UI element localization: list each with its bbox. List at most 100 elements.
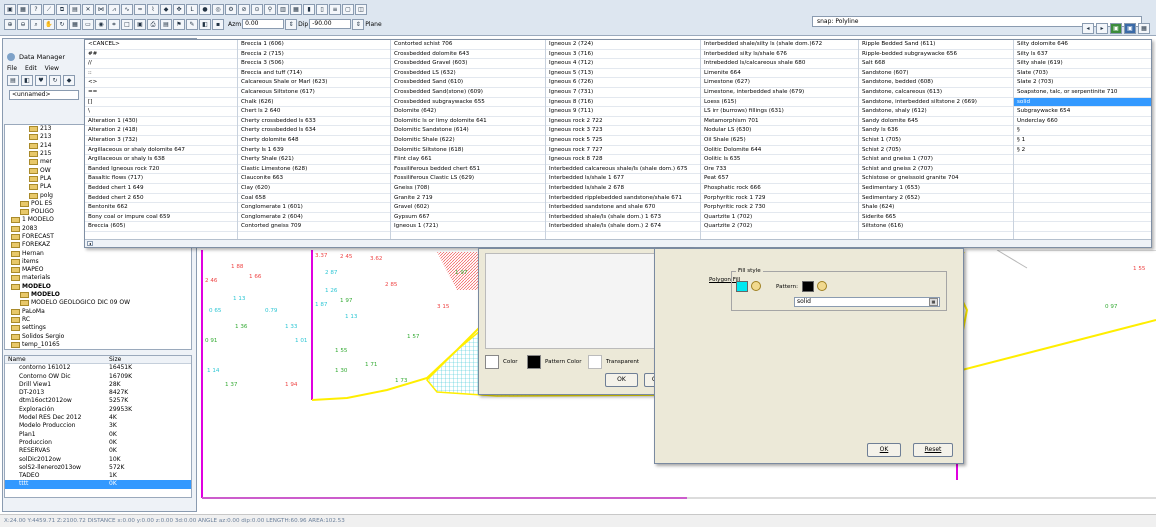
pattern-option[interactable]: Sandstone, interbedded siltstone 2 (669): [859, 98, 1013, 108]
pattern-option[interactable]: Slate 2 (703): [1014, 78, 1151, 88]
pattern-option[interactable]: ::: [85, 69, 237, 79]
pattern-option[interactable]: Silty dolomite 646: [1014, 40, 1151, 50]
pattern-option[interactable]: Fossiliferous bedded chert 651: [391, 165, 545, 175]
pattern-option[interactable]: \: [85, 107, 237, 117]
label-icon[interactable]: L: [186, 3, 198, 15]
pattern-option[interactable]: Granite 2 719: [391, 194, 545, 204]
tree-item[interactable]: items: [5, 258, 191, 266]
pattern-option[interactable]: Gneiss (708): [391, 184, 545, 194]
pattern-option[interactable]: Bentonite 662: [85, 203, 237, 213]
grid-icon[interactable]: ▦: [17, 3, 29, 15]
pattern-option[interactable]: [1014, 184, 1151, 194]
section-icon[interactable]: ▭: [82, 18, 94, 30]
zoom-in-icon[interactable]: ⊕: [4, 18, 16, 30]
pattern-option[interactable]: Igneous rock 7 727: [546, 146, 700, 156]
join-icon[interactable]: ⋈: [95, 3, 107, 15]
pattern-option[interactable]: Sandy dolomite 645: [859, 117, 1013, 127]
pattern-option[interactable]: Dolomitic Sandstone (614): [391, 126, 545, 136]
pattern-option[interactable]: Phosphatic rock 666: [701, 184, 858, 194]
pattern-option[interactable]: Igneous 1 (721): [391, 222, 545, 232]
pattern-option[interactable]: Interbedded calcareous shale/ls (shale d…: [546, 165, 700, 175]
flag-icon[interactable]: ⚑: [173, 18, 185, 30]
new-folder-icon[interactable]: ▤: [7, 75, 19, 86]
plot-icon[interactable]: ⌗: [108, 18, 120, 30]
pattern-option[interactable]: Calcareous Shale or Marl (623): [238, 78, 390, 88]
polygon-ok-button[interactable]: OK: [867, 443, 901, 457]
box2-icon[interactable]: ▣: [134, 18, 146, 30]
list-item[interactable]: Exploración 29953K: [5, 406, 191, 414]
pattern-option[interactable]: [1014, 155, 1151, 165]
pattern-option[interactable]: Sandy ls 636: [859, 126, 1013, 136]
layers-icon[interactable]: ≡: [329, 3, 341, 15]
col-name-header[interactable]: Name: [5, 356, 109, 363]
pattern-selection-list[interactable]: <CANCEL> ##//:: <> ==[] \ Alteration 1 (430) A…: [84, 39, 1152, 248]
pattern-option[interactable]: Quartzite 2 (702): [701, 222, 858, 232]
pattern-option[interactable]: Crossbedded subgraywacke 655: [391, 98, 545, 108]
list-item[interactable]: Model RES Dec 2012 4K: [5, 414, 191, 422]
menu-edit[interactable]: Edit: [25, 65, 37, 72]
pattern-option[interactable]: Clastic Limestone (628): [238, 165, 390, 175]
table-icon[interactable]: ▦: [290, 3, 302, 15]
pattern-option[interactable]: Crossbedded Sand (610): [391, 78, 545, 88]
refresh-icon[interactable]: ↻: [56, 18, 68, 30]
pattern-option[interactable]: Contorted schist 706: [391, 40, 545, 50]
list-item[interactable]: solDic2012ow 10K: [5, 456, 191, 464]
pattern-color-swatch[interactable]: [527, 355, 541, 369]
tree-item[interactable]: RC: [5, 316, 191, 324]
wave2-icon[interactable]: ≈: [134, 3, 146, 15]
draw-icon[interactable]: ✎: [186, 18, 198, 30]
pattern-option[interactable]: Cherty crossbedded ls 634: [238, 126, 390, 136]
pattern-option[interactable]: <CANCEL>: [85, 40, 237, 50]
node-icon[interactable]: ◆: [160, 3, 172, 15]
view-blue-icon[interactable]: ▣: [1124, 23, 1136, 34]
pattern-picker-icon[interactable]: [817, 281, 827, 291]
mark-icon[interactable]: ▪: [212, 18, 224, 30]
copy-icon[interactable]: ⧉: [56, 3, 68, 15]
scroll-left-icon[interactable]: ◂: [87, 241, 93, 246]
pattern-option[interactable]: []: [85, 98, 237, 108]
diamond-icon[interactable]: ◆: [63, 75, 75, 86]
azm-stepper-icon[interactable]: ⇕: [285, 18, 298, 30]
pattern-option[interactable]: Shale (624): [859, 203, 1013, 213]
pattern-option[interactable]: Schistose or gneissoid granite 704: [859, 174, 1013, 184]
pattern-option[interactable]: Alteration 1 (430): [85, 117, 237, 127]
pattern-option[interactable]: Conglomerate 1 (601): [238, 203, 390, 213]
prev-icon[interactable]: ◂: [1082, 23, 1094, 34]
pattern-option[interactable]: Subgraywacke 654: [1014, 107, 1151, 117]
globe-icon[interactable]: ◉: [95, 18, 107, 30]
pattern-option[interactable]: [1014, 174, 1151, 184]
bars-icon[interactable]: ▮: [303, 3, 315, 15]
stop-icon[interactable]: ⊘: [238, 3, 250, 15]
pattern-option[interactable]: Flint clay 661: [391, 155, 545, 165]
pattern-select[interactable]: solid ▦: [794, 297, 940, 307]
pattern-option[interactable]: Interbedded shale/ls (shale dom.) 2 674: [546, 222, 700, 232]
pattern-option[interactable]: Igneous 5 (713): [546, 69, 700, 79]
fill-color-swatch[interactable]: [736, 281, 748, 292]
pattern-option[interactable]: Silty shale (619): [1014, 59, 1151, 69]
pattern-option[interactable]: Cherty dolomite 648: [238, 136, 390, 146]
pattern-option[interactable]: Interbedded ls/shale 1 677: [546, 174, 700, 184]
pattern-option[interactable]: Sedimentary 2 (652): [859, 194, 1013, 204]
list-item[interactable]: Plan1 0K: [5, 431, 191, 439]
pattern-option[interactable]: Argillaceous or shaly ls 638: [85, 155, 237, 165]
pattern-option[interactable]: § 1: [1014, 136, 1151, 146]
pattern-option[interactable]: Sandstone, calcareous (613): [859, 88, 1013, 98]
pattern-option[interactable]: Gravel (602): [391, 203, 545, 213]
pattern-option[interactable]: Schist 2 (705): [859, 146, 1013, 156]
pattern-option[interactable]: Igneous rock 5 725: [546, 136, 700, 146]
pattern-option[interactable]: solid: [1014, 97, 1151, 108]
pattern-option[interactable]: Alteration 3 (732): [85, 136, 237, 146]
pattern-option[interactable]: Bedded chert 2 650: [85, 194, 237, 204]
list-item[interactable]: tttt 0K: [5, 480, 191, 489]
dip-input[interactable]: -90.00: [309, 19, 352, 29]
list-item[interactable]: DT-2013 8427K: [5, 389, 191, 397]
azm-input[interactable]: 0.00: [242, 19, 285, 29]
polyline-icon[interactable]: ⌇: [147, 3, 159, 15]
pattern-option[interactable]: Igneous 9 (711): [546, 107, 700, 117]
tree-item[interactable]: temp_13592: [5, 349, 191, 350]
pattern-option[interactable]: Igneous 4 (712): [546, 59, 700, 69]
pattern-option[interactable]: Sandstone (607): [859, 69, 1013, 79]
list-item[interactable]: Modelo Produccion 3K: [5, 422, 191, 430]
pattern-option[interactable]: Interbedded silty ls/shale 676: [701, 50, 858, 60]
pattern-option[interactable]: Basaltic flows (717): [85, 174, 237, 184]
